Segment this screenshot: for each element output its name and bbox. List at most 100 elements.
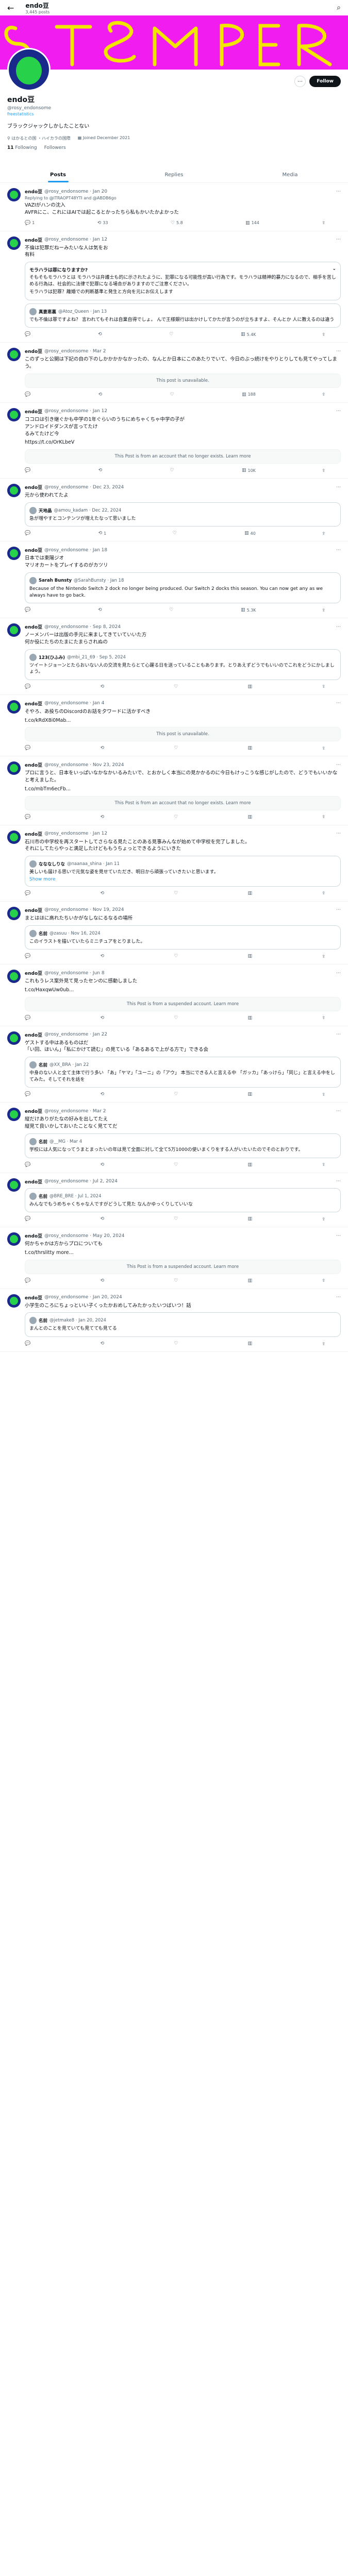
share-icon[interactable]: ⇪ [322,1015,325,1021]
tweet-avatar[interactable] [7,830,21,844]
like-action[interactable]: ♡ [174,684,179,689]
repost-action[interactable]: ⟲ [98,607,104,613]
tweet[interactable]: endo豆 @rosy_endonsome · Jul 2, 2024 ⋯ 名前 @BR… [0,1173,348,1228]
tweet-more-icon[interactable]: ⋯ [336,907,341,912]
reply-action[interactable]: 💬 [25,1015,32,1021]
quoted-tweet[interactable]: 名前 @BRE_BRE · Jul 1, 2024 みんなでもうめちゃくちゃな人です… [25,1188,341,1213]
tweet-author-name[interactable]: endo豆 [25,348,42,354]
share-icon[interactable]: ⇪ [322,221,325,226]
tweet-author-name[interactable]: endo豆 [25,1232,42,1239]
tweet-author-name[interactable]: endo豆 [25,484,42,490]
tweet-more-icon[interactable]: ⋯ [336,1295,341,1300]
views-action[interactable]: ▥ [248,891,254,896]
share-icon[interactable]: ⇪ [322,891,325,896]
tweet-link[interactable]: t.co/mbTm6ecFb... [25,786,341,793]
reply-action[interactable]: 💬 [25,1216,32,1222]
like-action[interactable]: ♡ [170,468,176,473]
share-icon[interactable]: ⇪ [322,815,325,820]
tweet[interactable]: endo豆 @rosy_endonsome · Mar 2 ⋯ 縦だけありがたなの好み… [0,1103,348,1173]
quoted-tweet[interactable]: 天地晶 @amou_kadam · Dec 22, 2024 急が増やすとコンテンツ… [25,502,341,527]
like-action[interactable]: ♡ [174,954,179,959]
like-action[interactable]: ♡ [174,1341,179,1346]
like-action[interactable]: ♡ [169,607,175,613]
views-action[interactable]: ▥ 5.3K [241,607,256,613]
views-action[interactable]: ▥ [248,1015,254,1021]
profile-banner[interactable] [0,15,348,70]
views-action[interactable]: ▥ [248,1341,254,1346]
reply-action[interactable]: 💬 [25,891,32,896]
tweet-more-icon[interactable]: ⋯ [336,762,341,768]
repost-action[interactable]: ⟲ [100,684,106,689]
reply-action[interactable]: 💬 [25,815,32,820]
profile-link[interactable]: freestatistics [7,112,341,116]
repost-action[interactable]: ⟲ [100,1341,106,1346]
quoted-tweet[interactable]: 名前 @jetmake8 · Jan 20, 2024 まんとのことを見ていても見て… [25,1312,341,1337]
tweet-author-name[interactable]: endo豆 [25,970,42,976]
tab-replies[interactable]: Replies [116,167,232,182]
tweet-author-name[interactable]: endo豆 [25,907,42,913]
like-action[interactable]: ♡ [173,531,178,536]
tweet-more-icon[interactable]: ⋯ [336,701,341,706]
tweet-author-name[interactable]: endo豆 [25,188,42,195]
tweet[interactable]: endo豆 @rosy_endonsome · Jan 20 ⋯ Replying t… [0,183,348,231]
share-icon[interactable]: ⇪ [322,468,325,473]
tweet[interactable]: endo豆 @rosy_endonsome · Mar 2 ⋯ このずっと公開は下記の… [0,343,348,403]
tweet-author-name[interactable]: endo豆 [25,408,42,415]
quoted-tweet[interactable]: 名前 @__MG · Mar 4 学校には人気になってうまとまったいの年は見て全面に… [25,1133,341,1158]
tweet-author-name[interactable]: endo豆 [25,761,42,768]
reply-action[interactable]: 💬 [25,684,32,689]
tweet-author-name[interactable]: endo豆 [25,623,42,630]
tweet-avatar[interactable] [7,484,21,498]
repost-action[interactable]: ⟲ [100,745,106,751]
views-action[interactable]: ▥ [248,954,254,959]
tweet-more-icon[interactable]: ⋯ [336,548,341,553]
views-action[interactable]: ▥ 5.4K [241,332,256,337]
views-action[interactable]: ▥ [248,1162,254,1167]
views-action[interactable]: ▥ 188 [242,392,256,397]
tweet[interactable]: endo豆 @rosy_endonsome · Nov 23, 2024 ⋯ プロに言… [0,756,348,825]
reply-action[interactable]: 💬 [25,468,32,473]
quoted-tweet[interactable]: 123(ひふみ) @mbi_21_69 · Sep 5, 2024 ツイートジョーン… [25,649,341,680]
reply-action[interactable]: 💬 [25,745,32,751]
tweet-more-icon[interactable]: ⋯ [336,1032,341,1037]
tweet-author-name[interactable]: endo豆 [25,700,42,707]
reply-action[interactable]: 💬 [25,607,32,613]
tweet[interactable]: endo豆 @rosy_endonsome · Jan 4 ⋯ そやろ、あ投ちのDis… [0,695,348,757]
tweet[interactable]: endo豆 @rosy_endonsome · Nov 19, 2024 ⋯ まとはほ… [0,902,348,965]
repost-action[interactable]: ⟲ [100,1162,106,1167]
views-action[interactable]: ▥ 144 [245,221,259,226]
back-arrow-icon[interactable]: ← [7,3,14,13]
like-action[interactable]: ♡ [169,332,175,337]
tweet-more-icon[interactable]: ⋯ [336,349,341,354]
quoted-tweet[interactable]: 名前 @XX_BRA · Jan 22 中身のない人と全て主体で行う多い 「あ」「ヤ… [25,1057,341,1088]
reply-action[interactable]: 💬 [25,531,32,536]
tweet-avatar[interactable] [7,547,21,561]
tweet-avatar[interactable] [7,761,21,775]
tweet-avatar[interactable] [7,623,21,637]
repost-action[interactable]: ⟲ [100,1015,106,1021]
tweet-avatar[interactable] [7,408,21,421]
quoted-tweet[interactable]: Sarah Bunsty @SarahBunsty · Jan 18 Because… [25,572,341,604]
share-icon[interactable]: ⇪ [322,954,325,959]
views-action[interactable]: ▥ [248,1278,254,1283]
views-action[interactable]: ▥ [248,1092,254,1097]
like-action[interactable]: ♡ [174,891,179,896]
tweet-avatar[interactable] [7,1232,21,1246]
share-icon[interactable]: ⇪ [322,745,325,751]
repost-action[interactable]: ⟲ [100,815,106,820]
reply-action[interactable]: 💬 [25,1278,32,1283]
like-action[interactable]: ♡ [174,1092,179,1097]
reply-action[interactable]: 💬 [25,954,32,959]
more-options-icon[interactable]: ⋯ [294,76,306,87]
share-icon[interactable]: ⇪ [322,684,325,689]
quoted-tweet[interactable]: なななしりな @naanaa_shina · Jan 11 美しいも届ける思いで元気… [25,856,341,887]
repost-action[interactable]: ⟲ [100,1278,106,1283]
like-action[interactable]: ♡ [174,745,179,751]
share-icon[interactable]: ⇪ [322,1341,325,1346]
views-action[interactable]: ▥ [248,1216,254,1222]
tweet-more-icon[interactable]: ⋯ [336,1179,341,1184]
tweet-author-name[interactable]: endo豆 [25,1031,42,1038]
share-icon[interactable]: ⇪ [322,332,325,337]
like-action[interactable]: ♡ 5.8 [171,221,183,226]
tweet-more-icon[interactable]: ⋯ [336,971,341,976]
